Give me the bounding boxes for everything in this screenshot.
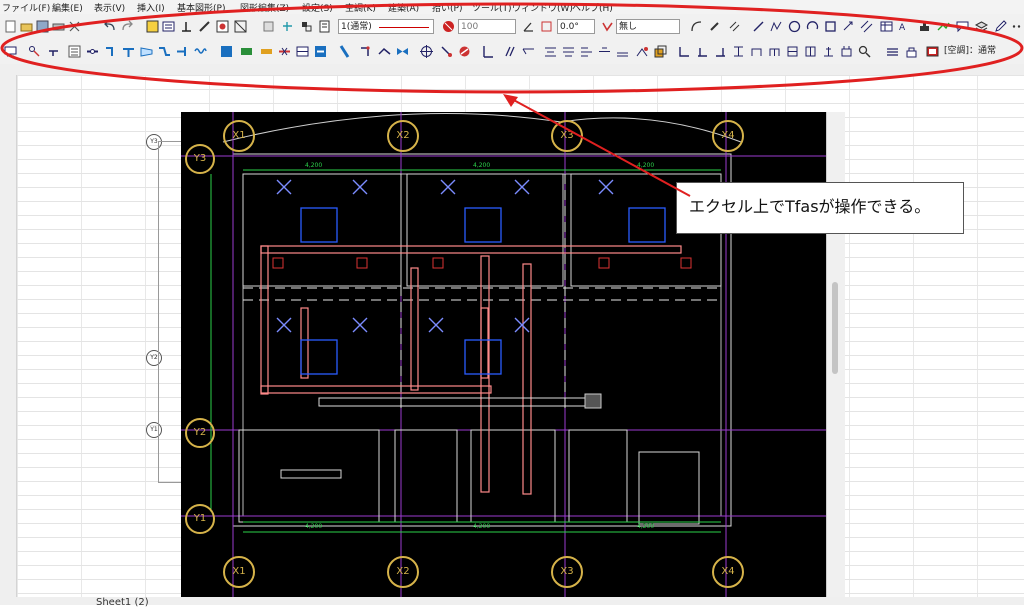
bottom-bar bbox=[0, 597, 1024, 605]
sheet-tab[interactable]: Sheet1 (2) bbox=[96, 597, 149, 608]
toolbar-highlight-ellipse bbox=[0, 2, 1024, 94]
annotation-overlay bbox=[0, 2, 1024, 197]
annotation-arrow-line bbox=[509, 97, 691, 197]
